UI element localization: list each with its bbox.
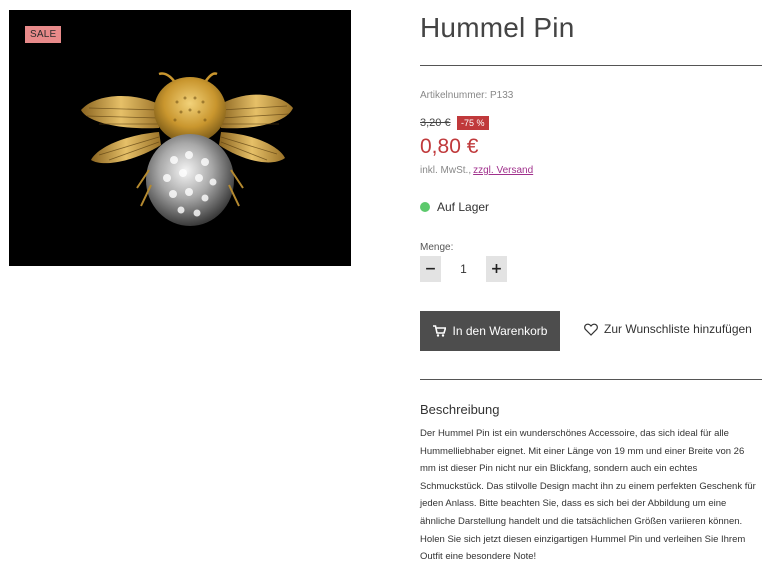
quantity-decrease-button[interactable]: − bbox=[420, 256, 441, 282]
quantity-label: Menge: bbox=[420, 242, 454, 253]
shipping-link[interactable]: zzgl. Versand bbox=[473, 165, 533, 176]
divider bbox=[420, 65, 762, 66]
quantity-value[interactable]: 1 bbox=[441, 262, 486, 276]
sku-label: Artikelnummer: P133 bbox=[420, 90, 514, 101]
old-price: 3,20 € bbox=[420, 117, 451, 129]
product-image[interactable]: SALE bbox=[9, 10, 351, 266]
wishlist-label: Zur Wunschliste hinzufügen bbox=[604, 322, 752, 336]
stock-indicator-icon bbox=[420, 202, 430, 212]
discount-badge: -75 % bbox=[457, 116, 489, 130]
stock-status: Auf Lager bbox=[420, 200, 489, 214]
sale-badge: SALE bbox=[25, 26, 62, 43]
wishlist-link[interactable]: Zur Wunschliste hinzufügen bbox=[584, 322, 752, 336]
bee-brooch-image bbox=[81, 72, 293, 226]
quantity-stepper: − 1 + bbox=[420, 256, 507, 282]
description-heading: Beschreibung bbox=[420, 402, 500, 417]
description-text: Der Hummel Pin ist ein wunderschönes Acc… bbox=[420, 428, 756, 563]
add-to-cart-label: In den Warenkorb bbox=[452, 324, 548, 338]
cart-icon bbox=[432, 325, 446, 337]
heart-icon bbox=[584, 323, 598, 336]
current-price: 0,80 € bbox=[420, 135, 479, 158]
stock-text: Auf Lager bbox=[437, 200, 490, 214]
product-title: Hummel Pin bbox=[420, 12, 575, 43]
quantity-increase-button[interactable]: + bbox=[486, 256, 507, 282]
divider bbox=[420, 379, 762, 380]
add-to-cart-button[interactable]: In den Warenkorb bbox=[420, 311, 560, 351]
tax-text: inkl. MwSt., bbox=[420, 165, 472, 176]
tax-info: inkl. MwSt., zzgl. Versand bbox=[420, 165, 533, 176]
